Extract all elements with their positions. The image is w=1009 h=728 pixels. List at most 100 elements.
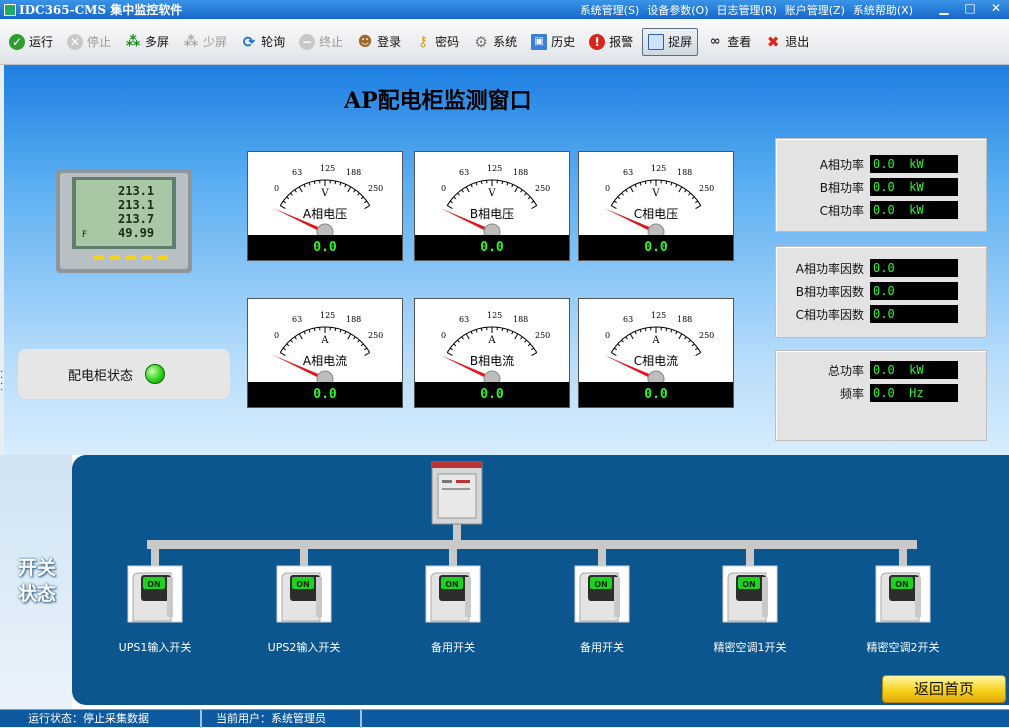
meter-reading-1: 213.1	[118, 184, 154, 198]
check-icon: ✓	[9, 34, 25, 50]
menu-account-manage[interactable]: 账户管理(Z)	[785, 2, 845, 18]
pf-b-value: 0.0	[870, 282, 958, 300]
title-bar: IDC365-CMS 集中监控软件 系统管理(S) 设备参数(O) 日志管理(R…	[0, 0, 1009, 19]
gauge-tick-label: 125	[487, 164, 502, 173]
meter-reading-4: 49.99	[118, 226, 154, 240]
menu-system-help[interactable]: 系统帮助(X)	[853, 2, 913, 18]
svg-text:ON: ON	[147, 580, 161, 589]
system-label: 系统	[493, 33, 517, 50]
breaker-switch-6[interactable]: ON	[875, 565, 931, 623]
terminate-icon: −	[299, 34, 315, 50]
run-state-status: 运行状态：停止采集数据	[0, 710, 202, 728]
gauge-6: 063125188250AC相电流0.0	[578, 298, 734, 408]
gauge-readout: 0.0	[415, 235, 569, 260]
gauge-tick-label: 63	[292, 168, 302, 177]
window-controls: ▁ □ ✕	[937, 1, 1003, 15]
poll-button[interactable]: ⟳轮询	[236, 28, 290, 56]
distribution-cabinet-icon	[430, 460, 484, 526]
run-label: 运行	[29, 33, 53, 50]
gauge-name: C相电流	[579, 352, 733, 369]
alarm-button[interactable]: !报警	[584, 28, 638, 56]
alarm-label: 报警	[609, 33, 633, 50]
gauge-tick-label: 188	[513, 168, 528, 177]
breaker-on-icon: ON	[875, 565, 931, 623]
exit-button[interactable]: ✖退出	[760, 28, 814, 56]
gauge-readout: 0.0	[579, 235, 733, 260]
total-power-label: 总功率	[776, 362, 870, 379]
minimize-button[interactable]: ▁	[937, 1, 951, 15]
system-menu: 系统管理(S) 设备参数(O) 日志管理(R) 账户管理(Z) 系统帮助(X)	[580, 2, 913, 18]
stop-button[interactable]: ✕停止	[62, 28, 116, 56]
frequency-label: 频率	[776, 385, 870, 402]
switch-area-sidebar: 开关状态	[0, 455, 72, 709]
gauge-tick-label: 63	[623, 315, 633, 324]
power-row-b: B相功率0.0 kW	[776, 178, 958, 196]
gauge-tick-label: 125	[651, 164, 666, 173]
multi-screen-button[interactable]: ⁂多屏	[120, 28, 174, 56]
gauge-name: B相电压	[415, 205, 569, 222]
menu-device-params[interactable]: 设备参数(O)	[647, 2, 708, 18]
total-power-value: 0.0 kW	[870, 361, 958, 379]
breaker-switch-4[interactable]: ON	[574, 565, 630, 623]
total-power-panel: 总功率0.0 kW 频率0.0 Hz	[775, 350, 987, 441]
alarm-icon: !	[589, 34, 605, 50]
history-button[interactable]: ▣历史	[526, 28, 580, 56]
svg-text:F: F	[82, 230, 87, 240]
switch-label: 备用开关	[388, 639, 518, 655]
close-button[interactable]: ✕	[989, 1, 1003, 15]
capture-icon	[648, 34, 664, 50]
menu-system-manage[interactable]: 系统管理(S)	[580, 2, 640, 18]
power-row-a: A相功率0.0 kW	[776, 155, 958, 173]
exit-label: 退出	[785, 33, 809, 50]
meter-reading-3: 213.7	[118, 212, 154, 226]
power-meter-image: 213.1 213.1 213.7 49.99 F	[54, 165, 194, 275]
gauge-tick-label: 63	[459, 168, 469, 177]
gauge-4: 063125188250AA相电流0.0	[247, 298, 403, 408]
gauge-readout: 0.0	[415, 382, 569, 407]
total-power-row: 总功率0.0 kW	[776, 361, 958, 379]
login-button[interactable]: ☻登录	[352, 28, 406, 56]
svg-text:ON: ON	[895, 580, 909, 589]
gauge-unit: V	[248, 188, 402, 199]
system-button[interactable]: ⚙系统	[468, 28, 522, 56]
breaker-on-icon: ON	[722, 565, 778, 623]
few-screen-button[interactable]: ⁂少屏	[178, 28, 232, 56]
breaker-on-icon: ON	[425, 565, 481, 623]
password-button[interactable]: ⚷密码	[410, 28, 464, 56]
switch-label: 备用开关	[537, 639, 667, 655]
switch-panel: ONUPS1输入开关ONUPS2输入开关ON备用开关ON备用开关ON精密空调1开…	[72, 455, 1009, 705]
maximize-button[interactable]: □	[963, 1, 977, 15]
power-a-label: A相功率	[776, 156, 870, 173]
svg-text:ON: ON	[296, 580, 310, 589]
return-home-button[interactable]: 返回首页	[882, 675, 1006, 703]
multi-screen-icon: ⁂	[125, 34, 141, 50]
gauge-tick-label: 188	[513, 315, 528, 324]
breaker-on-icon: ON	[574, 565, 630, 623]
switch-label: 精密空调2开关	[838, 639, 968, 655]
run-button[interactable]: ✓运行	[4, 28, 58, 56]
toolbar: ✓运行 ✕停止 ⁂多屏 ⁂少屏 ⟳轮询 −终止 ☻登录 ⚷密码 ⚙系统 ▣历史 …	[0, 19, 1009, 65]
pf-row-a: A相功率因数0.0	[776, 259, 958, 277]
breaker-switch-2[interactable]: ON	[276, 565, 332, 623]
terminate-button[interactable]: −终止	[294, 28, 348, 56]
gauge-tick-label: 125	[320, 164, 335, 173]
menu-log-manage[interactable]: 日志管理(R)	[717, 2, 777, 18]
pf-row-b: B相功率因数0.0	[776, 282, 958, 300]
view-button[interactable]: ∞查看	[702, 28, 756, 56]
breaker-switch-5[interactable]: ON	[722, 565, 778, 623]
frequency-row: 频率0.0 Hz	[776, 384, 958, 402]
stop-icon: ✕	[67, 34, 83, 50]
breaker-switch-1[interactable]: ON	[127, 565, 183, 623]
gauge-tick-label: 63	[623, 168, 633, 177]
gauge-tick-label: 63	[292, 315, 302, 324]
gauge-unit: A	[415, 335, 569, 346]
breaker-switch-3[interactable]: ON	[425, 565, 481, 623]
binoculars-icon: ∞	[707, 34, 723, 50]
switch-area: 开关状态 ONUPS1输入开关ONUPS2输入开关ON备用开关ON备用开关ON精…	[0, 455, 1009, 709]
app-icon	[4, 4, 16, 16]
switch-label: UPS2输入开关	[239, 639, 369, 655]
svg-text:ON: ON	[445, 580, 459, 589]
capture-button[interactable]: 捉屏	[642, 28, 698, 56]
gauge-tick-label: 63	[459, 315, 469, 324]
power-b-value: 0.0 kW	[870, 178, 958, 196]
